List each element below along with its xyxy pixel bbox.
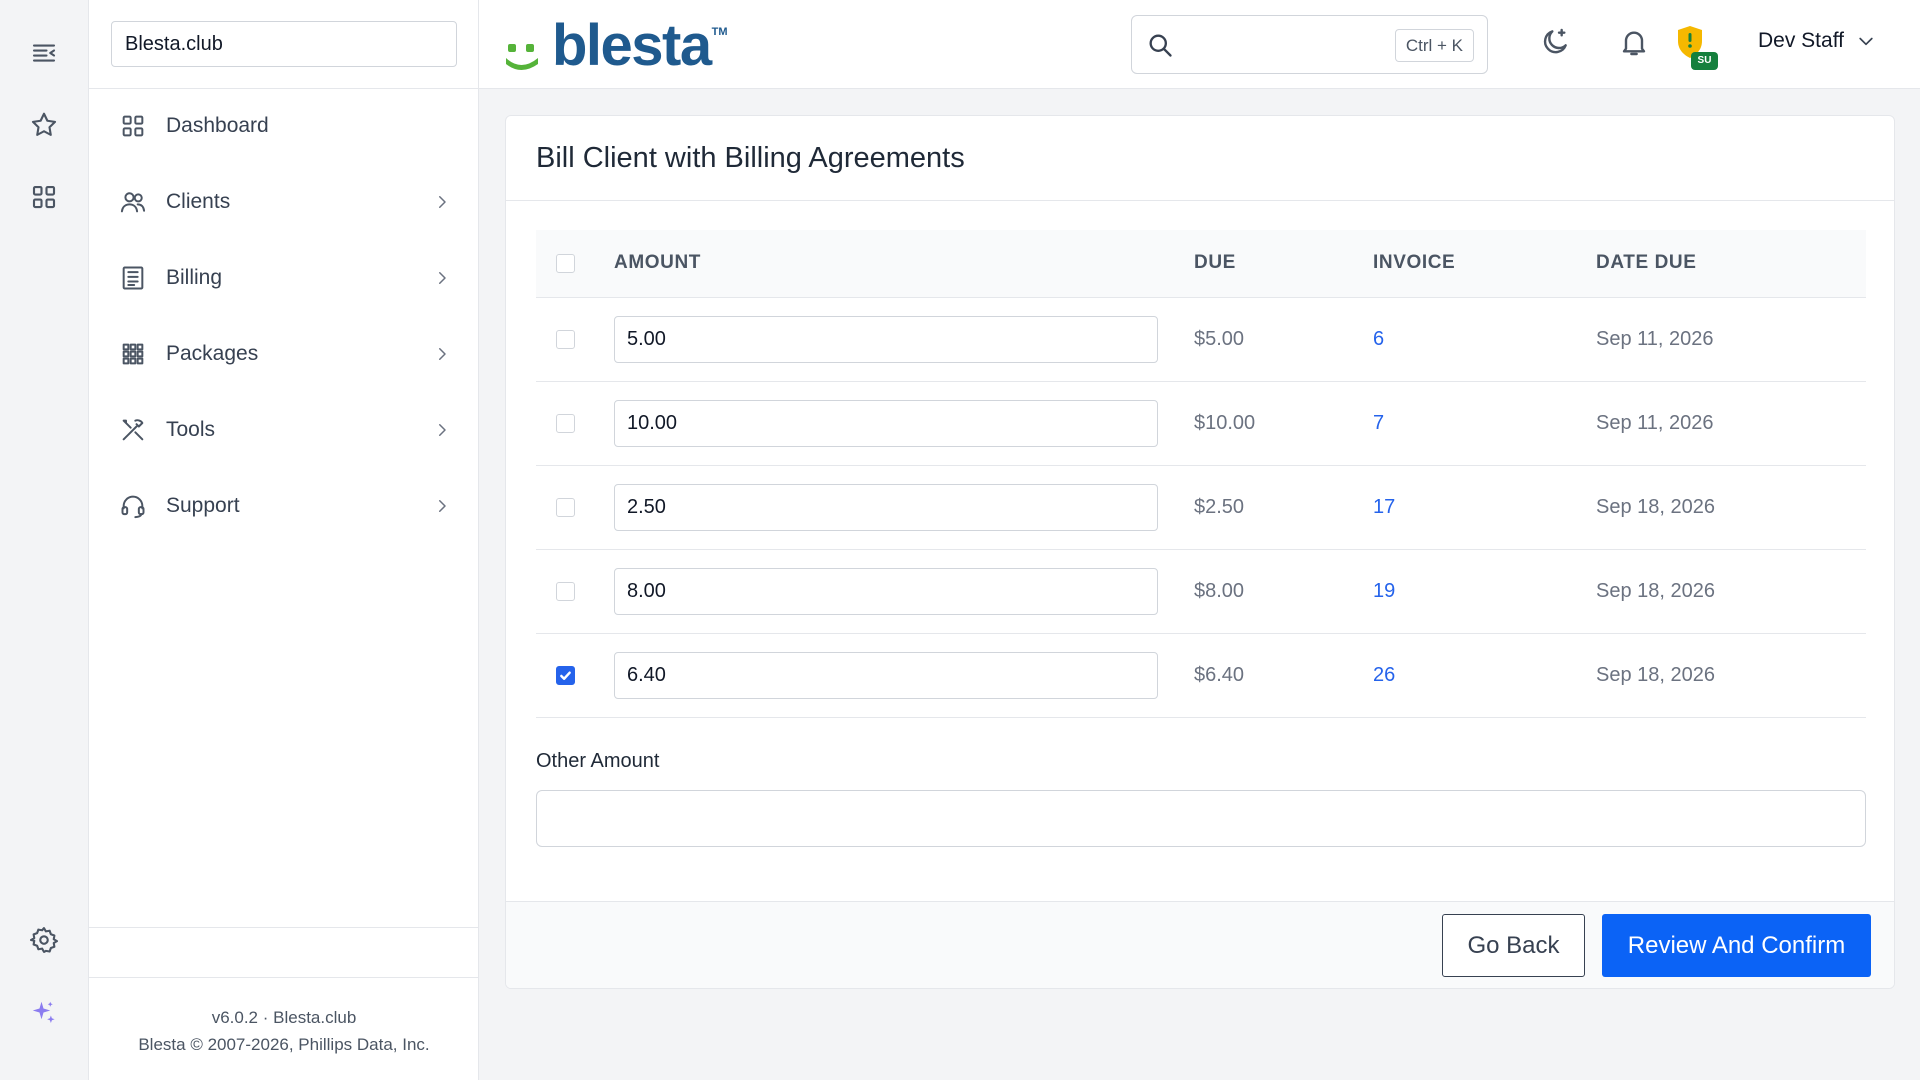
date-due-cell: Sep 11, 2026 [1596,381,1866,466]
collapse-menu-icon[interactable] [24,33,64,73]
sidebar-item-support[interactable]: Support [89,468,479,544]
copyright-text: Blesta © 2007-2026, Phillips Data, Inc. [138,1035,430,1054]
due-cell: $5.00 [1194,297,1373,382]
user-menu[interactable]: Dev Staff [1758,29,1876,53]
sidebar-item-packages[interactable]: Packages [89,316,479,392]
gear-icon[interactable] [24,920,64,960]
table-row: $8.00 19 Sep 18, 2026 [536,549,1866,634]
other-amount-input[interactable] [536,790,1866,847]
review-and-confirm-button[interactable]: Review And Confirm [1602,914,1871,977]
search-icon [1149,34,1172,57]
sidebar-item-clients[interactable]: Clients [89,164,479,240]
sidebar-item-label: Tools [166,418,216,441]
star-icon[interactable] [24,105,64,145]
chevron-right-icon [439,272,446,284]
support-headset-icon [121,495,145,519]
sidebar-item-dashboard[interactable]: Dashboard [89,88,479,164]
select-all-checkbox[interactable] [556,253,575,273]
divider [89,927,479,928]
invoice-link[interactable]: 6 [1373,328,1384,350]
card-footer: Go Back Review And Confirm [506,901,1894,988]
sparkle-ai-icon[interactable] [24,993,64,1033]
row-checkbox[interactable] [556,329,575,349]
chevron-right-icon [439,196,446,208]
staff-shield-icon[interactable]: SU [1675,24,1719,72]
date-due-cell: Sep 18, 2026 [1596,465,1866,550]
date-due-cell: Sep 18, 2026 [1596,549,1866,634]
packages-icon [122,343,144,365]
go-back-button[interactable]: Go Back [1442,914,1585,977]
other-amount-label: Other Amount [536,750,660,772]
sidebar-item-label: Billing [166,266,223,289]
dark-mode-moon-icon[interactable] [1535,22,1575,62]
table-header-row: AMOUNT DUE INVOICE DATE DUE [536,230,1866,298]
sidebar-nav: Dashboard Clients Billing Packages Tools… [89,88,479,544]
invoice-table: AMOUNT DUE INVOICE DATE DUE $5.00 6 Sep … [536,230,1866,718]
amount-input[interactable] [614,315,1158,363]
date-due-cell: Sep 11, 2026 [1596,297,1866,382]
dashboard-icon [122,115,144,137]
row-checkbox-checked[interactable] [556,665,575,685]
blesta-logo[interactable]: blesta TM [504,16,728,76]
due-cell: $2.50 [1194,465,1373,550]
tools-icon [122,419,144,441]
column-header-due: DUE [1194,230,1373,298]
date-due-cell: Sep 18, 2026 [1596,633,1866,718]
table-row: $10.00 7 Sep 11, 2026 [536,381,1866,466]
amount-input[interactable] [614,399,1158,447]
row-checkbox[interactable] [556,413,575,433]
global-search[interactable]: Ctrl + K [1131,15,1488,74]
invoice-link[interactable]: 7 [1373,412,1384,434]
sidebar-item-label: Clients [166,190,231,213]
clients-icon [120,192,146,213]
column-header-invoice: INVOICE [1373,230,1596,298]
checkmark-icon [560,671,571,680]
top-header: blesta TM Ctrl + K SU Dev Staff [479,0,1920,89]
chevron-right-icon [439,348,446,360]
invoice-link[interactable]: 17 [1373,496,1395,518]
version-text: v6.0.2 · Blesta.club [211,1008,357,1027]
sidebar-item-billing[interactable]: Billing [89,240,479,316]
table-row: $5.00 6 Sep 11, 2026 [536,297,1866,382]
invoice-link[interactable]: 26 [1373,664,1395,686]
sidebar-item-tools[interactable]: Tools [89,392,479,468]
bill-client-card: Bill Client with Billing Agreements AMOU… [505,115,1895,989]
column-header-amount: AMOUNT [614,230,1194,298]
sidebar-footer: v6.0.2 · Blesta.club Blesta © 2007-2026,… [89,1004,479,1058]
page-title: Bill Client with Billing Agreements [536,142,965,174]
sidebar-item-label: Dashboard [166,114,269,137]
divider [89,977,479,978]
company-selector[interactable] [111,21,457,67]
sidebar-item-label: Packages [166,342,259,365]
due-cell: $8.00 [1194,549,1373,634]
divider [506,200,1894,201]
row-checkbox[interactable] [556,497,575,517]
amount-input[interactable] [614,651,1158,699]
due-cell: $10.00 [1194,381,1373,466]
icon-rail [0,0,89,1080]
sidebar-item-label: Support [166,494,240,517]
header-select-all-cell [536,230,614,298]
chevron-right-icon [439,500,446,512]
row-checkbox[interactable] [556,581,575,601]
search-shortcut-hint: Ctrl + K [1394,29,1474,62]
sidebar: Dashboard Clients Billing Packages Tools… [89,0,479,1080]
due-cell: $6.40 [1194,633,1373,718]
chevron-down-icon [1859,37,1873,46]
user-name: Dev Staff [1758,29,1844,52]
su-badge: SU [1691,52,1718,70]
logo-text: blesta [552,13,712,78]
invoice-link[interactable]: 19 [1373,580,1395,602]
chevron-right-icon [439,424,446,436]
amount-input[interactable] [614,483,1158,531]
smile-logo-icon [506,44,538,70]
apps-grid-icon[interactable] [24,177,64,217]
table-row: $2.50 17 Sep 18, 2026 [536,465,1866,550]
billing-icon [122,266,144,290]
table-row: $6.40 26 Sep 18, 2026 [536,633,1866,718]
bell-icon[interactable] [1614,22,1654,62]
logo-tm: TM [711,26,728,38]
amount-input[interactable] [614,567,1158,615]
column-header-date-due: DATE DUE [1596,230,1866,298]
